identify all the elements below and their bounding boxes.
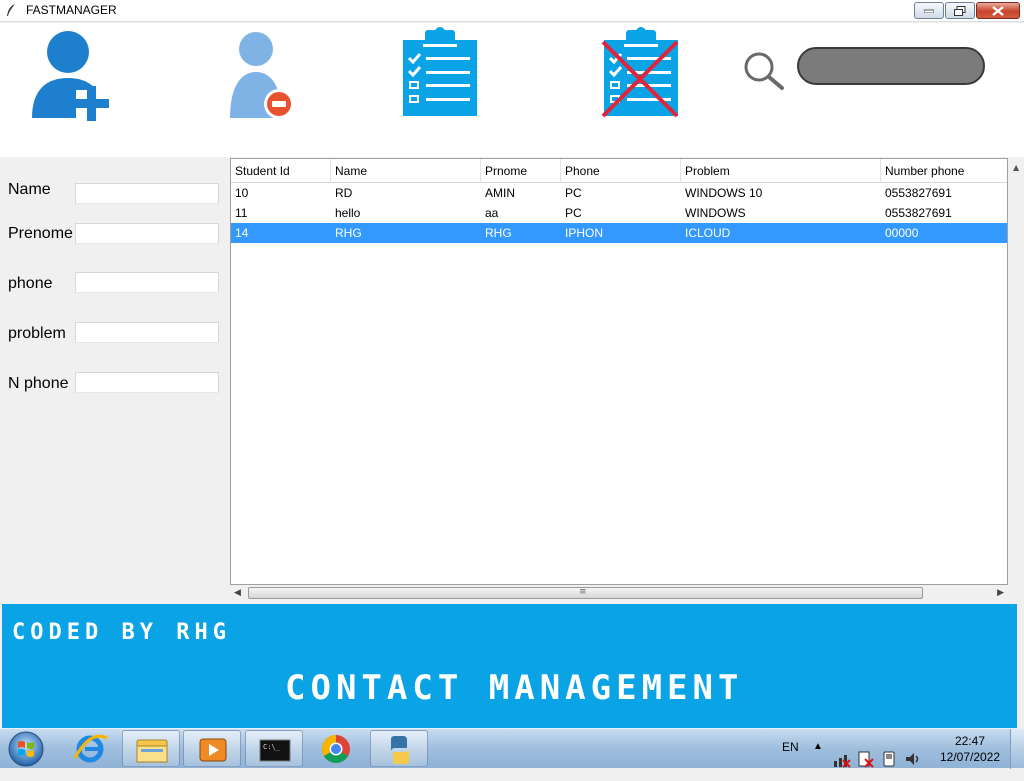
cell-number-phone: 0553827691 xyxy=(885,206,952,220)
search-icon[interactable] xyxy=(742,50,786,90)
taskbar-chrome[interactable] xyxy=(307,730,365,767)
toolbar xyxy=(0,23,1024,157)
cell-problem: ICLOUD xyxy=(685,226,731,240)
horizontal-scrollbar[interactable]: ◀ ≡ ▶ xyxy=(230,585,1008,602)
terminal-icon: C:\_ xyxy=(259,739,291,762)
restore-button[interactable] xyxy=(945,2,975,19)
column-header-student-id[interactable]: Student Id xyxy=(231,159,331,183)
feather-icon xyxy=(7,4,15,16)
close-button[interactable] xyxy=(976,2,1020,19)
clipboard-list-icon[interactable] xyxy=(401,26,479,116)
scroll-up-icon[interactable]: ▲ xyxy=(1013,163,1019,172)
volume-icon[interactable] xyxy=(903,739,923,779)
cell-name: RHG xyxy=(335,226,362,240)
cell-problem: WINDOWS 10 xyxy=(685,186,763,200)
media-player-icon xyxy=(199,738,227,762)
taskbar-python[interactable] xyxy=(370,730,428,767)
cell-student-id: 14 xyxy=(235,226,249,240)
ie-icon xyxy=(73,734,108,763)
cell-student-id: 10 xyxy=(235,186,249,200)
phone-label: phone xyxy=(8,275,53,292)
column-header-problem[interactable]: Problem xyxy=(681,159,881,183)
clock-time: 22:47 xyxy=(954,734,986,748)
phone-field[interactable] xyxy=(75,272,219,293)
show-hidden-icons-icon[interactable]: ▲ xyxy=(813,741,823,781)
clock-date: 12/07/2022 xyxy=(939,750,1001,764)
cell-number-phone: 0553827691 xyxy=(885,186,952,200)
nphone-field[interactable] xyxy=(75,372,219,393)
cell-phone: IPHON xyxy=(565,226,604,240)
prenome-label: Prenome xyxy=(8,225,73,242)
taskbar-ie[interactable] xyxy=(61,730,119,767)
network-icon[interactable] xyxy=(832,739,852,779)
vertical-scrollbar[interactable]: ▲ xyxy=(1009,158,1024,585)
scrollbar-corner xyxy=(1009,585,1024,602)
nphone-label: N phone xyxy=(8,375,69,392)
taskbar-explorer[interactable] xyxy=(122,730,180,767)
coded-by-text: CODED BY RHG xyxy=(12,620,231,645)
python-icon xyxy=(391,736,409,764)
svg-text:C:\_: C:\_ xyxy=(263,743,281,751)
taskbar-media-player[interactable] xyxy=(183,730,241,767)
minimize-button[interactable] xyxy=(914,2,944,19)
close-icon xyxy=(992,5,1004,16)
title-bar: FASTMANAGER xyxy=(0,0,1024,22)
cell-phone: PC xyxy=(565,206,582,220)
taskbar: C:\_ EN ▲ 22:47 12/07/2022 xyxy=(0,728,1024,769)
language-indicator[interactable]: EN xyxy=(782,740,799,780)
show-desktop-button[interactable] xyxy=(1010,729,1024,769)
footer-banner: CODED BY RHG CONTACT MANAGEMENT xyxy=(2,604,1017,728)
cell-name: RD xyxy=(335,186,353,200)
horizontal-scroll-thumb[interactable]: ≡ xyxy=(248,587,923,599)
cell-number-phone: 00000 xyxy=(885,226,919,240)
prenome-field[interactable] xyxy=(75,223,219,244)
search-input[interactable] xyxy=(797,47,985,85)
cell-student-id: 11 xyxy=(235,206,248,220)
table-row[interactable]: 11 hello aa PC WINDOWS 0553827691 xyxy=(231,203,1007,223)
table-header: Student Id Name Prnome Phone Problem Num… xyxy=(231,159,1007,183)
add-user-icon[interactable] xyxy=(28,28,110,122)
window-title: FASTMANAGER xyxy=(26,3,117,17)
table-row[interactable]: 10 RD AMIN PC WINDOWS 10 0553827691 xyxy=(231,183,1007,203)
name-label: Name xyxy=(8,181,51,198)
name-field[interactable] xyxy=(75,183,219,204)
action-center-icon[interactable] xyxy=(856,739,876,779)
contacts-table[interactable]: Student Id Name Prnome Phone Problem Num… xyxy=(230,158,1008,585)
column-header-prnome[interactable]: Prnome xyxy=(481,159,561,183)
column-header-phone[interactable]: Phone xyxy=(561,159,681,183)
cell-name: hello xyxy=(335,206,361,220)
problem-field[interactable] xyxy=(75,322,219,343)
remove-user-icon[interactable] xyxy=(228,28,298,124)
chrome-icon xyxy=(322,735,350,763)
cell-phone: PC xyxy=(565,186,582,200)
column-header-name[interactable]: Name xyxy=(331,159,481,183)
start-button-icon[interactable] xyxy=(6,730,46,768)
grip-icon: ≡ xyxy=(579,587,587,597)
folder-icon xyxy=(136,739,168,763)
minimize-icon xyxy=(924,9,934,13)
column-header-number-phone[interactable]: Number phone xyxy=(881,159,1007,183)
scroll-left-icon[interactable]: ◀ xyxy=(234,588,241,598)
app-name-text: CONTACT MANAGEMENT xyxy=(285,668,744,708)
problem-label: problem xyxy=(8,325,66,342)
restore-icon xyxy=(954,5,966,16)
clock[interactable]: 22:47 12/07/2022 xyxy=(936,733,1004,765)
table-row-selected[interactable]: 14 RHG RHG IPHON ICLOUD 00000 xyxy=(231,223,1007,243)
clipboard-delete-icon[interactable] xyxy=(601,26,681,118)
device-icon[interactable] xyxy=(880,739,900,779)
scroll-right-icon[interactable]: ▶ xyxy=(997,588,1004,598)
taskbar-cmd[interactable]: C:\_ xyxy=(245,730,303,767)
cell-problem: WINDOWS xyxy=(685,206,746,220)
cell-prnome: RHG xyxy=(485,226,512,240)
cell-prnome: aa xyxy=(485,206,499,220)
cell-prnome: AMIN xyxy=(485,186,515,200)
